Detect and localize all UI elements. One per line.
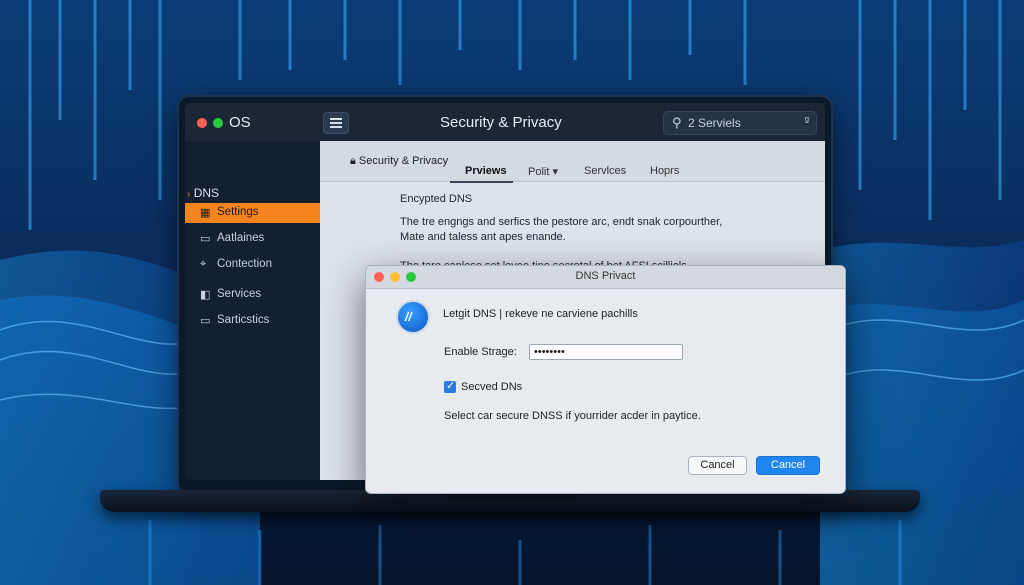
search-text: 2 Serviels — [688, 116, 741, 130]
sidebar-item-label: Aatlaines — [217, 232, 265, 244]
sidebar-item-accounts[interactable]: ▭ Aatlaines — [185, 229, 320, 249]
lock-icon: 🔒︎ — [350, 155, 356, 167]
app-logo-icon: // — [398, 302, 428, 332]
confirm-button[interactable]: Cancel — [756, 456, 820, 475]
tab-previews[interactable]: Prviews — [465, 165, 507, 177]
os-label: OS — [229, 114, 251, 131]
zoom-window-button[interactable] — [213, 118, 223, 128]
hamburger-icon-line — [330, 122, 342, 124]
services-icon: ◧ — [200, 289, 211, 301]
sidebar-item-label: Sarticstics — [217, 314, 270, 326]
section-heading: Encypted DNS — [400, 193, 473, 205]
lock-header: 🔒︎ Security & Privacy — [350, 155, 448, 168]
secure-dns-checkbox[interactable]: ✓ — [444, 380, 456, 393]
sidebar-item-label: Contection — [217, 258, 272, 270]
menu-button[interactable] — [323, 112, 349, 134]
chevron-right-icon: › — [187, 189, 191, 200]
tab-polit[interactable]: Polit ▾ — [528, 165, 558, 178]
description-line-1: The tre engngs and serfics the pestore a… — [400, 216, 723, 228]
checkmark-icon: ✓ — [446, 380, 456, 392]
sidebar-item-services[interactable]: ◧ Services — [185, 285, 320, 305]
lock-header-label: Security & Privacy — [358, 155, 449, 167]
sidebar-item-statistics[interactable]: ▭ Sarticstics — [185, 311, 320, 331]
dialog-description: Select car secure DNSS if yourrider acde… — [444, 410, 701, 422]
window-titlebar: OS Security & Privacy ⚲ 2 Serviels ᵍ — [185, 103, 825, 142]
accounts-icon: ▭ — [200, 233, 211, 245]
tab-bar: 🔒︎ Security & Privacy Prviews Polit ▾ Se… — [320, 141, 825, 182]
cancel-button[interactable]: Cancel — [688, 456, 747, 475]
statistics-icon: ▭ — [200, 315, 211, 327]
search-icon: ⚲ — [672, 115, 682, 130]
hamburger-icon — [330, 118, 342, 120]
window-title: Security & Privacy — [440, 114, 562, 131]
tab-hoprs[interactable]: Hoprs — [650, 165, 679, 177]
dialog-titlebar: DNS Privact — [366, 266, 845, 289]
description-line-2: Mate and taless ant apes enande. — [400, 231, 566, 243]
search-options-icon[interactable]: ᵍ — [805, 115, 809, 127]
active-tab-indicator — [450, 181, 513, 183]
sidebar-header-label: DNS — [193, 186, 220, 200]
tab-services[interactable]: Servlces — [584, 165, 626, 177]
dialog-header-line: Letgit DNS | rekeve ne carviene pachills — [443, 308, 638, 320]
connection-icon: ⌖ — [200, 258, 207, 270]
sidebar-item-label: Services — [217, 288, 262, 300]
close-window-button[interactable] — [197, 118, 207, 128]
sidebar-item-connection[interactable]: ⌖ Contection — [185, 255, 320, 275]
settings-icon: ▦ — [200, 207, 211, 219]
sidebar: › DNS ▦ Settings ▭ Aatlaines ⌖ Contectio… — [185, 141, 320, 480]
dialog-title: DNS Privact — [575, 270, 636, 282]
search-field[interactable]: ⚲ 2 Serviels ᵍ — [663, 111, 817, 135]
password-field[interactable]: •••••••• — [529, 344, 683, 360]
field-label: Enable Strage: — [444, 346, 517, 358]
checkbox-label: Secved DNs — [461, 381, 523, 393]
sidebar-item-label: Settings — [217, 206, 259, 218]
sidebar-item-settings[interactable]: ▦ Settings — [185, 203, 320, 223]
dns-privacy-dialog: DNS Privact // Letgit DNS | rekeve ne ca… — [365, 265, 846, 494]
sidebar-header[interactable]: › DNS — [187, 186, 219, 200]
hamburger-icon-line — [330, 126, 342, 128]
